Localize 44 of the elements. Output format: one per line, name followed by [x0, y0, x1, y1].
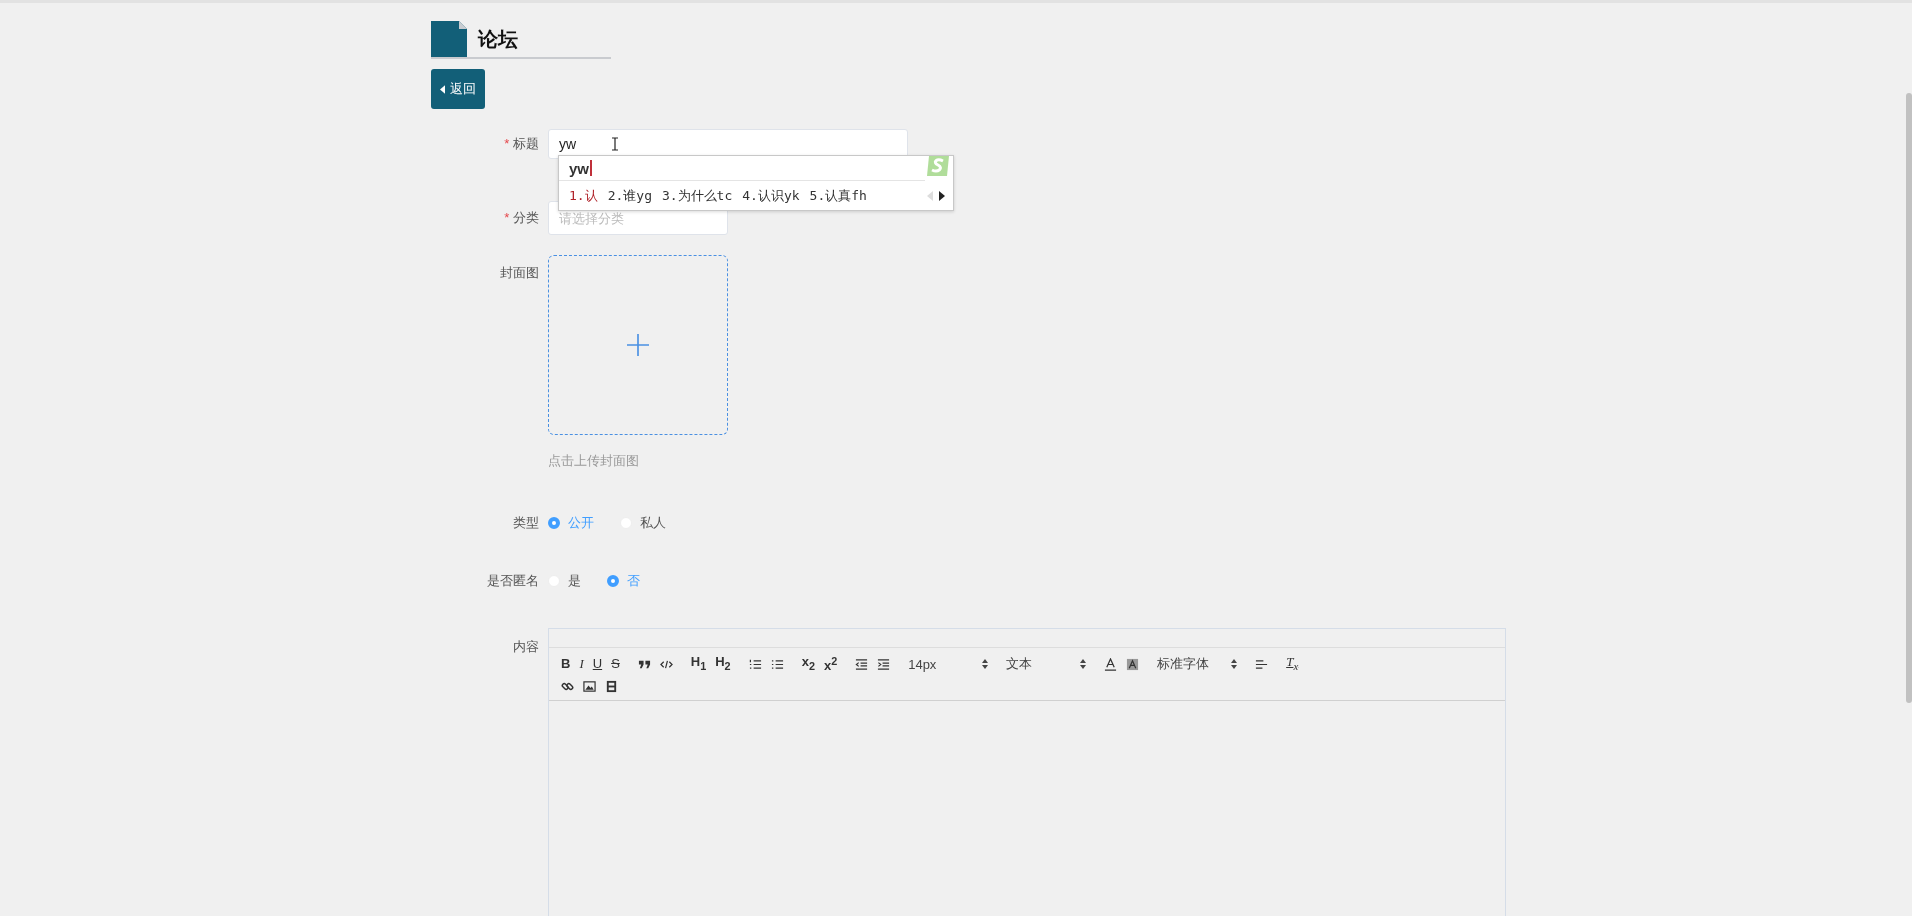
field-label: * 分类 — [503, 209, 540, 227]
text-cursor-icon — [611, 137, 619, 151]
field-label: 封面图 — [499, 264, 540, 282]
ulist-icon[interactable] — [770, 657, 784, 671]
toolbar-select[interactable]: 标准字体 — [1157, 655, 1238, 673]
candidate-word[interactable]: 5.认真fh — [809, 186, 867, 205]
radio-option[interactable]: 私人 — [620, 514, 666, 532]
candidate-word[interactable]: 4.认识yk — [742, 186, 800, 205]
toolbar-select[interactable]: 14px — [908, 656, 989, 672]
image-icon[interactable] — [583, 679, 596, 693]
caret-icon — [440, 84, 445, 94]
upload-hint: 点击上传封面图 — [548, 452, 640, 470]
bold-button[interactable]: B — [561, 656, 571, 672]
page-title: 论坛 — [478, 26, 518, 52]
strikethrough-button[interactable]: S — [611, 656, 620, 672]
italic-button[interactable]: I — [579, 656, 584, 672]
up-down-arrows-icon — [1080, 659, 1087, 669]
color-icon[interactable] — [1104, 657, 1118, 671]
field-label: 内容 — [512, 638, 540, 656]
field-label: 类型 — [512, 514, 540, 532]
format-button[interactable]: H$_{1}$ — [690, 654, 707, 674]
caret-icon — [590, 160, 592, 176]
next-page-icon[interactable] — [939, 190, 945, 201]
composition-text: yw — [569, 159, 589, 177]
toolbar-select[interactable]: 文本 — [1006, 655, 1087, 673]
field-label: 是否匿名 — [486, 572, 540, 590]
align-icon[interactable] — [1255, 657, 1269, 671]
olist-icon[interactable] — [748, 657, 762, 671]
clear-format-button[interactable]: T$_{x}$ — [1286, 654, 1299, 674]
scrollbar[interactable] — [1906, 93, 1912, 703]
format-button[interactable]: x$_{2}$ — [801, 654, 815, 674]
radio-option[interactable]: 是 — [548, 572, 581, 590]
underline-button[interactable]: U — [592, 656, 603, 672]
up-down-arrows-icon — [1231, 659, 1238, 669]
indent-icon[interactable] — [877, 657, 891, 671]
plus-icon — [627, 334, 649, 356]
up-down-arrows-icon — [982, 659, 989, 669]
outdent-icon[interactable] — [855, 657, 869, 671]
background-icon[interactable] — [1126, 657, 1140, 671]
field-label: * 标题 — [503, 135, 540, 153]
back-button[interactable]: 返回 — [431, 69, 485, 109]
format-button[interactable]: x$^{2}$ — [823, 653, 838, 675]
format-button[interactable]: H$_{2}$ — [715, 654, 731, 674]
video-icon[interactable] — [605, 679, 618, 693]
